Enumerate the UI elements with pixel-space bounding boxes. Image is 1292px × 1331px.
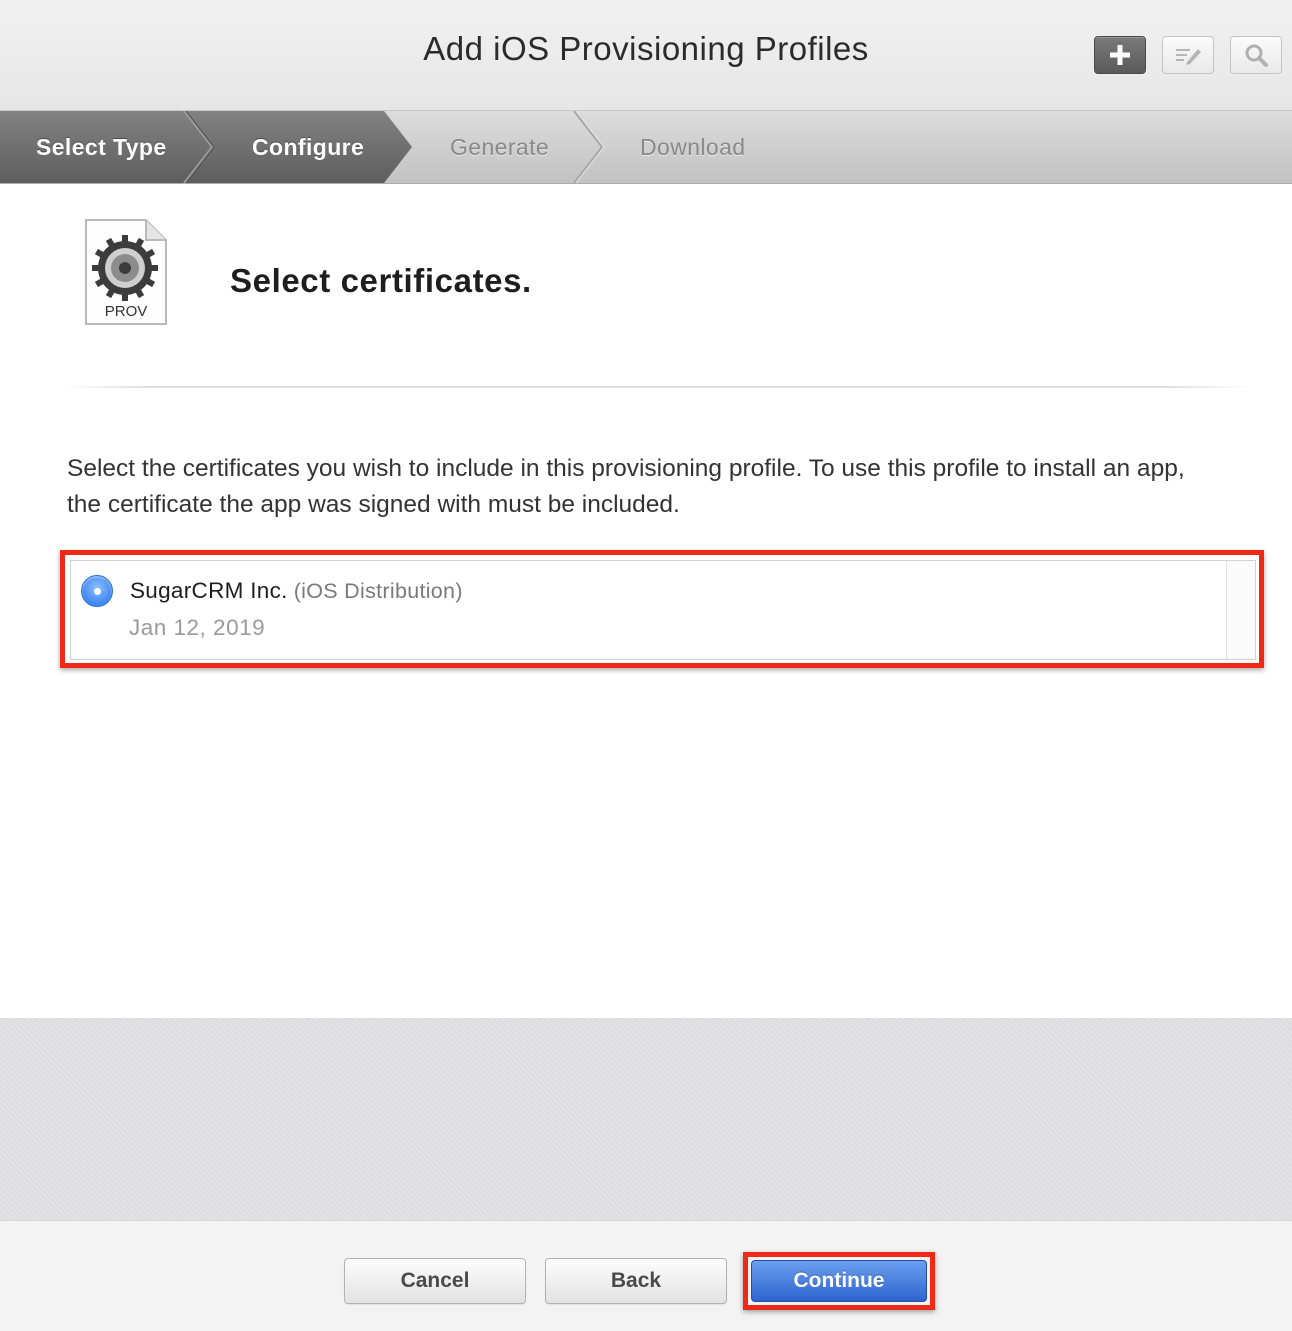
step-generate: Generate bbox=[450, 134, 550, 160]
back-button[interactable]: Back bbox=[545, 1258, 727, 1304]
search-icon bbox=[1245, 44, 1268, 67]
instructions-text: Select the certificates you wish to incl… bbox=[67, 455, 1185, 518]
divider bbox=[62, 386, 1252, 388]
continue-highlight-box bbox=[743, 1252, 935, 1310]
prov-icon-label: PROV bbox=[105, 303, 148, 320]
section-title: Select certificates. bbox=[230, 262, 532, 299]
cancel-button[interactable]: Cancel bbox=[344, 1258, 526, 1304]
provisioning-file-icon: PROV bbox=[85, 219, 167, 325]
certificate-highlight-box bbox=[60, 550, 1264, 668]
header: Add iOS Provisioning Profiles bbox=[0, 0, 1292, 111]
grey-panel bbox=[0, 1018, 1292, 1220]
edit-icon bbox=[1176, 49, 1201, 65]
step-select-type: Select Type bbox=[36, 134, 167, 160]
plus-icon bbox=[1110, 45, 1130, 65]
step-download: Download bbox=[640, 134, 746, 160]
edit-button[interactable] bbox=[1162, 36, 1214, 74]
step-configure: Configure bbox=[252, 134, 365, 160]
step-progress-bar: Select Type Configure Generate Download bbox=[0, 111, 1292, 184]
add-button[interactable] bbox=[1094, 36, 1146, 74]
search-button[interactable] bbox=[1230, 36, 1282, 74]
